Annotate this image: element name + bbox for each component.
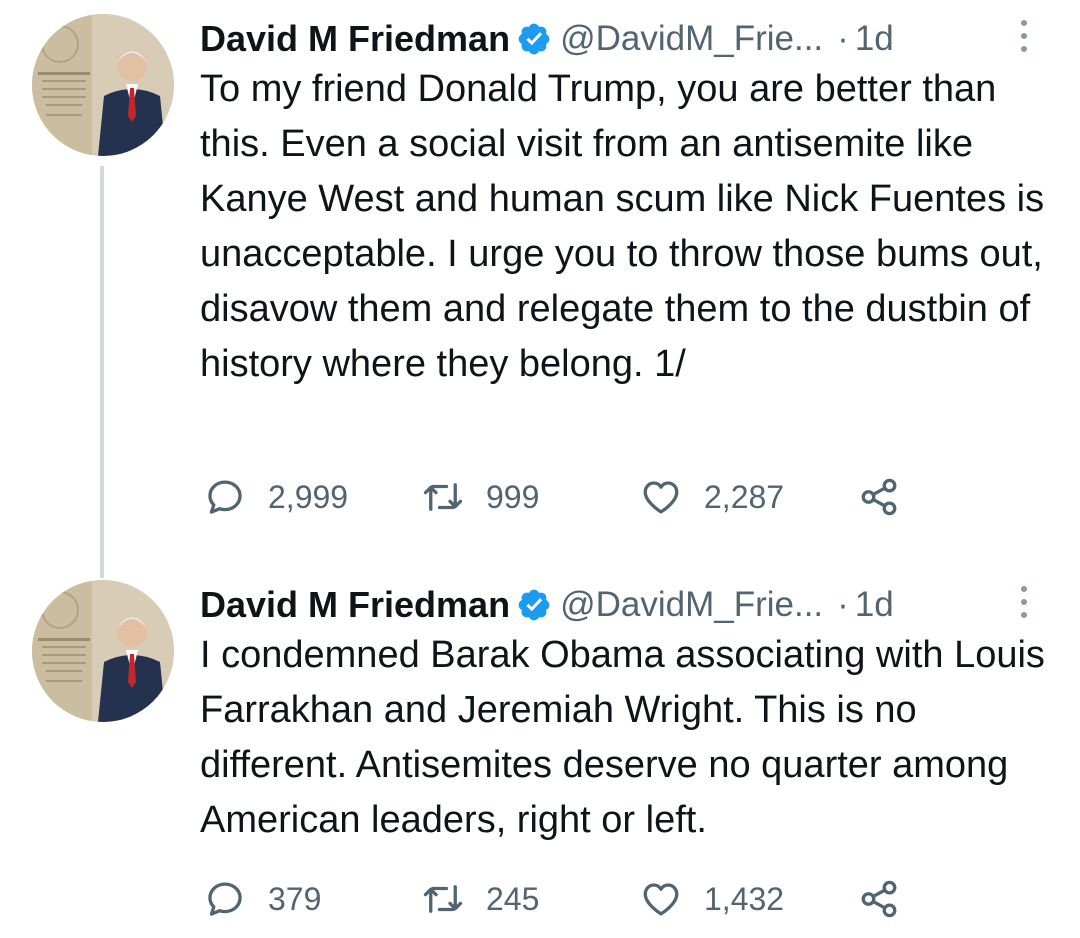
tweet-actions: 379 245 1,432 — [200, 874, 1060, 924]
like-button[interactable]: 2,287 — [640, 472, 784, 522]
retweet-icon — [423, 885, 463, 913]
tweet-header: David M Friedman @DavidM_Frie... · 1d — [200, 14, 894, 64]
reply-count: 379 — [268, 880, 322, 917]
retweet-button[interactable]: 245 — [422, 874, 539, 924]
avatar[interactable] — [32, 580, 174, 722]
avatar[interactable] — [32, 14, 174, 156]
reply-icon — [208, 480, 242, 514]
like-count: 2,287 — [704, 478, 785, 515]
reply-count: 2,999 — [268, 478, 349, 515]
more-icon[interactable] — [1016, 582, 1032, 622]
share-button[interactable] — [858, 874, 900, 924]
timestamp[interactable]: 1d — [855, 19, 894, 59]
author-handle[interactable]: @DavidM_Frie... — [560, 585, 823, 625]
like-icon — [643, 481, 679, 514]
retweet-count: 245 — [486, 880, 540, 917]
verified-badge-icon — [518, 589, 550, 621]
more-icon[interactable] — [1016, 16, 1032, 56]
author-name[interactable]: David M Friedman — [200, 18, 510, 60]
tweet-actions: 2,999 999 2,287 — [200, 472, 1060, 522]
retweet-count: 999 — [486, 478, 540, 515]
author-handle[interactable]: @DavidM_Frie... — [560, 19, 823, 59]
author-name[interactable]: David M Friedman — [200, 584, 510, 626]
tweet-1[interactable]: David M Friedman @DavidM_Frie... · 1d To… — [0, 0, 1080, 560]
like-count: 1,432 — [704, 880, 785, 917]
share-icon — [861, 478, 897, 516]
retweet-icon — [423, 483, 463, 511]
tweet-text: I condemned Barak Obama associating with… — [200, 634, 1045, 841]
like-icon — [643, 883, 679, 916]
reply-button[interactable]: 379 — [204, 874, 321, 924]
retweet-button[interactable]: 999 — [422, 472, 539, 522]
share-button[interactable] — [858, 472, 900, 522]
tweet-text: To my friend Donald Trump, you are bette… — [200, 68, 1045, 385]
reply-icon — [208, 882, 242, 916]
verified-badge-icon — [518, 23, 550, 55]
reply-button[interactable]: 2,999 — [204, 472, 348, 522]
separator-dot: · — [837, 19, 849, 58]
share-icon — [861, 880, 897, 918]
tweet-header: David M Friedman @DavidM_Frie... · 1d — [200, 580, 894, 630]
timestamp[interactable]: 1d — [855, 585, 894, 625]
like-button[interactable]: 1,432 — [640, 874, 784, 924]
separator-dot: · — [837, 585, 849, 624]
tweet-2[interactable]: David M Friedman @DavidM_Frie... · 1d I … — [0, 566, 1080, 938]
